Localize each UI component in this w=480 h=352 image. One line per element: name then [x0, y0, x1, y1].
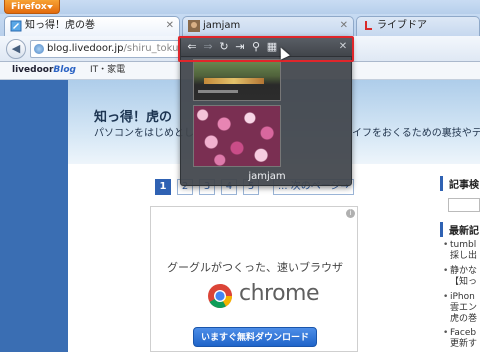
left-blue-margin [0, 80, 68, 352]
close-tab-icon[interactable]: ✕ [166, 17, 174, 35]
chrome-logo-icon [208, 284, 232, 309]
thumbnail-detail [204, 78, 264, 84]
ad-headline: グーグルがつくった、速いブラウザ [167, 261, 343, 274]
sidebar-heading-search: 記事検 [440, 176, 479, 191]
recent-post-link[interactable]: iPhon 雲エン 虎の巻 [450, 292, 477, 325]
url-path: /shiru_toku/ [123, 43, 182, 54]
tab-label: 知っ得！虎の巻 [25, 20, 95, 31]
livedoor-favicon-icon [365, 21, 372, 30]
logo-text: livedoor [12, 65, 54, 75]
tab-jamjam[interactable]: jamjam ✕ [182, 16, 354, 36]
photo-favicon-icon [188, 20, 200, 32]
tab-strip: 知っ得！虎の巻 ✕ jamjam ✕ ライブドア [0, 14, 480, 36]
sidebar-heading-recent: 最新記 [440, 222, 479, 237]
firefox-menu-label: Firefox [11, 2, 47, 12]
logo-blog-text: Blog [53, 65, 76, 75]
bullet: • [443, 292, 449, 302]
popup-title: jamjam [248, 171, 286, 182]
bullet: • [443, 266, 449, 276]
back-button[interactable]: ◀ [6, 39, 26, 59]
recent-post-link[interactable]: 静かな 【知っ [450, 266, 477, 288]
chrome-ad[interactable]: i グーグルがつくった、速いブラウザ chrome いますぐ無料ダウンロード [150, 206, 358, 352]
right-sidebar: 記事検 最新記 • tumbl 採し出 • 静かな 【知っ • iPhon 雲エン 虎の… [440, 176, 480, 352]
recent-post-link[interactable]: Faceb 更新す [450, 328, 477, 350]
page-thumbnail-aquarium[interactable] [193, 59, 281, 101]
blog-title[interactable]: 知っ得！虎の [94, 106, 172, 125]
url-host: blog.livedoor.jp [47, 43, 124, 54]
close-tab-icon[interactable]: ✕ [340, 17, 348, 35]
tab-shiru-toku[interactable]: 知っ得！虎の巻 ✕ [4, 16, 180, 36]
ad-info-icon[interactable]: i [346, 209, 355, 218]
bookmark-it-kaden[interactable]: IT・家電 [90, 62, 125, 79]
globe-icon [34, 44, 44, 54]
thumbnail-detail [198, 90, 238, 93]
livedoor-blog-logo[interactable]: livedoorBlog [12, 62, 76, 79]
page-thumbnail-flowers[interactable] [193, 105, 281, 167]
tab-label: jamjam [203, 20, 241, 31]
tab-label: ライブドア [377, 20, 427, 31]
sidebar-search-input[interactable] [448, 198, 480, 212]
chrome-wordmark: chrome [239, 281, 320, 306]
blog-description-tail: イフをおくるための裏技やテクニ [352, 128, 480, 139]
bullet: • [443, 328, 449, 338]
bullet: • [443, 240, 449, 250]
tab-livedoor[interactable]: ライブドア [356, 16, 480, 36]
download-button[interactable]: いますぐ無料ダウンロード [193, 327, 317, 347]
notepad-favicon-icon [10, 20, 22, 32]
page-1[interactable]: 1 [155, 179, 171, 195]
recent-post-link[interactable]: tumbl 採し出 [450, 240, 477, 262]
firefox-menu-button[interactable]: Firefox [4, 0, 60, 14]
toolbar-highlight-box [178, 36, 354, 62]
chevron-down-icon [47, 5, 53, 9]
